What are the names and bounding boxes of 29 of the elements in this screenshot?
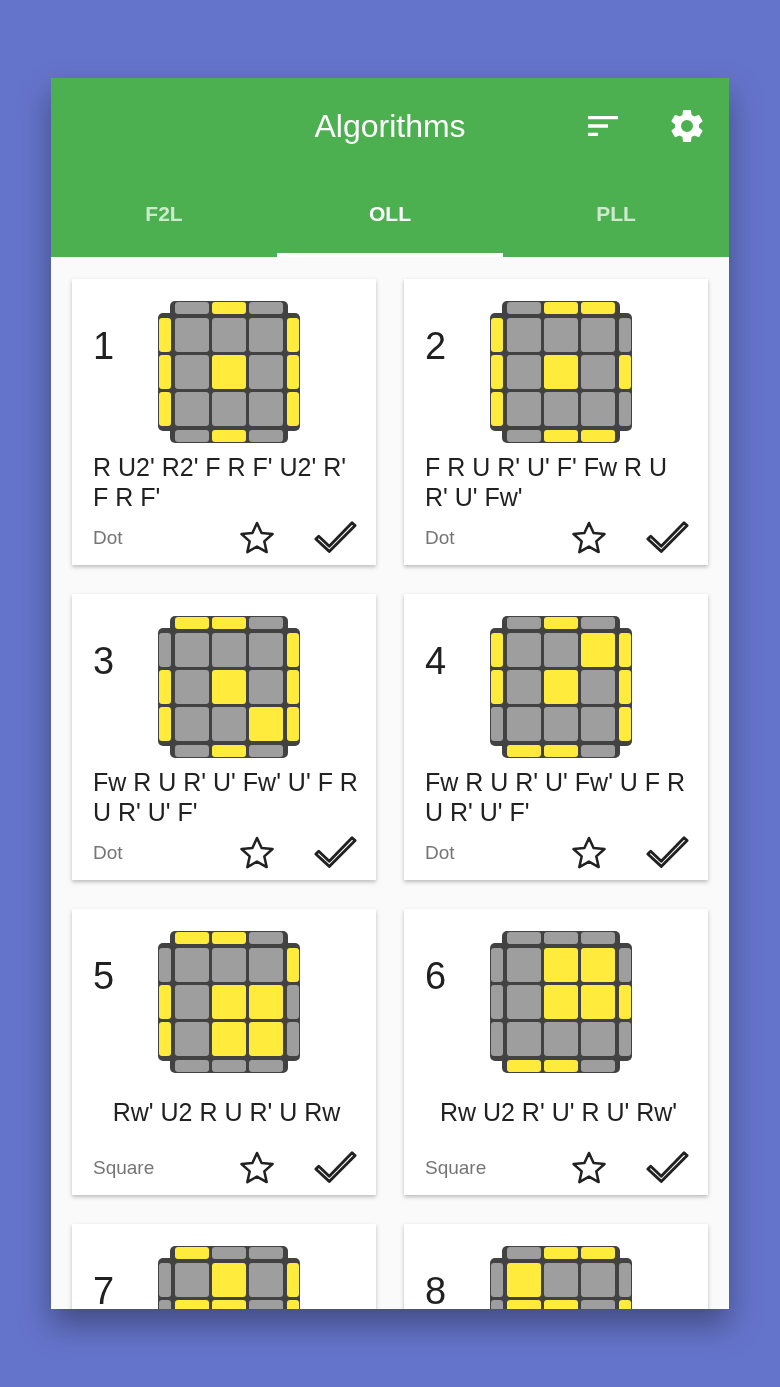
category-label: Square bbox=[93, 1157, 156, 1179]
algorithm-text: F R U R' U' F' Fw R U R' U' Fw' bbox=[425, 452, 669, 512]
algorithm-card[interactable]: 7 bbox=[72, 1224, 376, 1309]
case-number: 7 bbox=[93, 1269, 116, 1309]
algorithm-text: R U2' R2' F R F' U2' R' F R F' bbox=[93, 452, 348, 512]
category-label: Dot bbox=[425, 842, 456, 864]
algorithm-card[interactable]: 6 Rw U2 R' U' R U' Rw' Square bbox=[404, 909, 708, 1195]
algorithm-card[interactable]: 2 F R U R' U' F' Fw R U R' U' Fw' Dot bbox=[404, 279, 708, 565]
category-label: Square bbox=[425, 1157, 488, 1179]
case-number: 5 bbox=[93, 954, 116, 999]
algorithm-text: Fw R U R' U' Fw' U' F R U R' U' F' bbox=[93, 767, 359, 827]
algorithm-text: Rw' U2 R U R' U Rw bbox=[112, 1097, 341, 1127]
category-label: Dot bbox=[93, 842, 124, 864]
case-number: 8 bbox=[425, 1269, 448, 1309]
category-label: Dot bbox=[425, 527, 456, 549]
algorithm-text: Rw U2 R' U' R U' Rw' bbox=[439, 1097, 678, 1127]
algorithm-text: Fw R U R' U' Fw' U F R U R' U' F' bbox=[425, 767, 687, 827]
case-number: 6 bbox=[425, 954, 448, 999]
algorithm-card[interactable]: 3 Fw R U R' U' Fw' U' F R U R' U' F' Dot bbox=[72, 594, 376, 880]
case-number: 1 bbox=[93, 324, 116, 369]
case-number: 2 bbox=[425, 324, 448, 369]
case-number: 4 bbox=[425, 639, 448, 684]
algorithm-card[interactable]: 8 bbox=[404, 1224, 708, 1309]
app-title: Algorithms bbox=[314, 108, 466, 145]
algorithm-card[interactable]: 4 Fw R U R' U' Fw' U F R U R' U' F' Dot bbox=[404, 594, 708, 880]
algorithm-card[interactable]: 5 Rw' U2 R U R' U Rw Square bbox=[72, 909, 376, 1195]
algorithm-card[interactable]: 1 R U2' R2' F R F' U2' R' F R F' Dot bbox=[72, 279, 376, 565]
category-label: Dot bbox=[93, 527, 124, 549]
case-number: 3 bbox=[93, 639, 116, 684]
